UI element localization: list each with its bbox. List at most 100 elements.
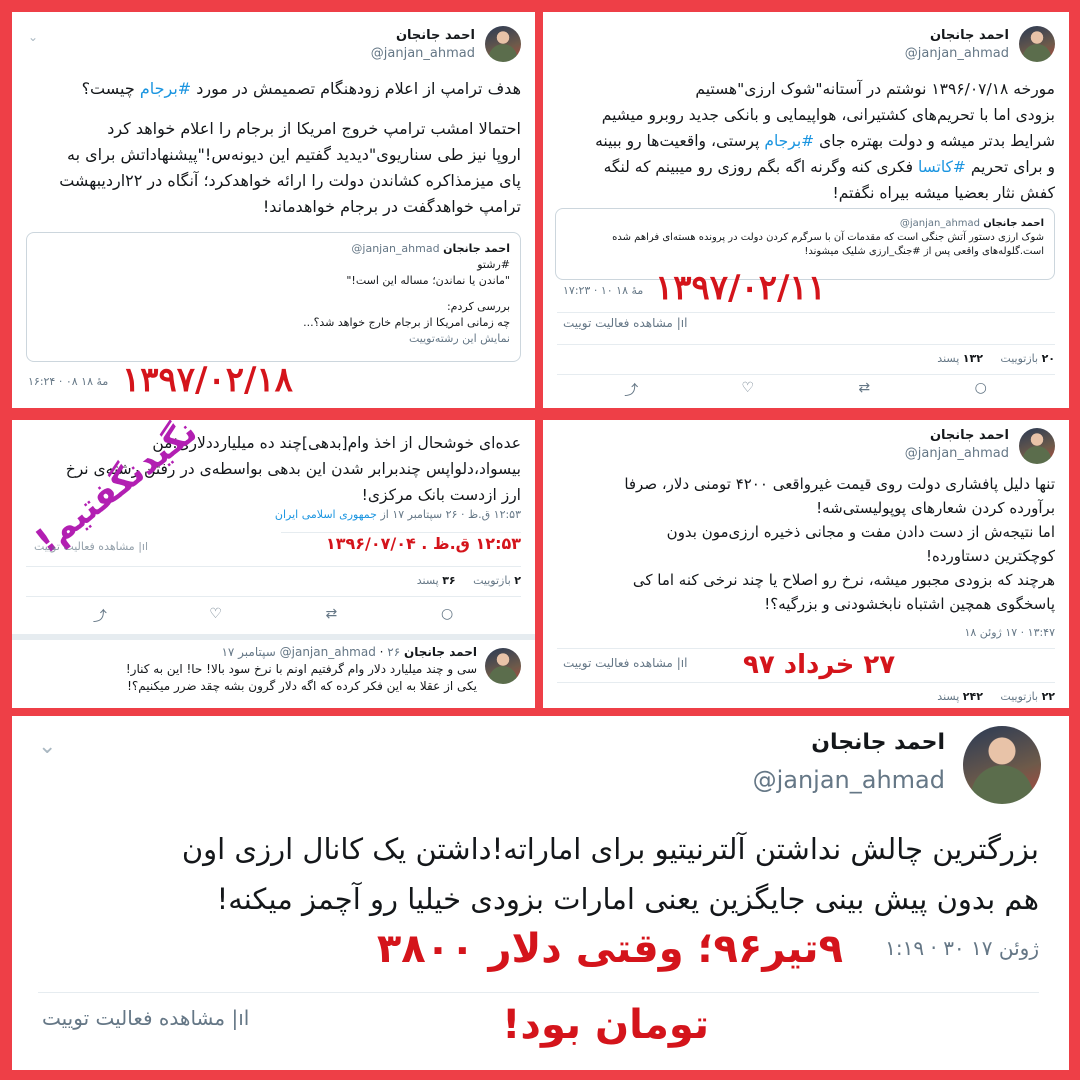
handwritten-date: ۱۳۹۷/۰۲/۱۱ (655, 268, 826, 308)
avatar[interactable] (485, 26, 521, 62)
reply-author: احمد جانجان (404, 645, 477, 659)
tweet-activity-link[interactable]: ıl| مشاهده فعالیت توییت (42, 1006, 249, 1030)
activity-icon: ıl| (231, 1006, 250, 1030)
quote-author: احمد جانجان (443, 242, 510, 255)
chevron-down-icon[interactable]: ⌄ (28, 30, 38, 44)
handwritten-date: ۱۳۹۷/۰۲/۱۸ (122, 360, 293, 400)
reply-line: سی و چند میلیارد دلار وام گرفتیم اونم با… (125, 662, 477, 676)
tweet-actions: ⤴ ♡ ⇄ ○ (573, 380, 1039, 400)
chevron-down-icon[interactable]: ⌄ (38, 734, 56, 759)
like-label: پسند (937, 690, 960, 703)
avatar[interactable] (963, 726, 1041, 804)
quote-line: چه زمانی امریکا از برجام خارج خواهد شد؟.… (303, 316, 510, 329)
handwritten-caption: ۹تیر۹۶؛ وقتی دلار ۳۸۰۰ (376, 926, 843, 972)
quote-author: احمد جانجان (983, 218, 1044, 229)
tweet-actions: ⤴ ♡ ⇄ ○ (42, 606, 505, 626)
location-link[interactable]: جمهوری اسلامی ایران (275, 508, 377, 521)
avatar[interactable] (1019, 428, 1055, 464)
like-count[interactable]: ۲۴۲ (963, 690, 983, 703)
hashtag-link[interactable]: #برجام (764, 132, 814, 150)
activity-icon: ıl| (676, 656, 688, 670)
like-icon[interactable]: ♡ (738, 380, 758, 400)
quote-line: "ماندن یا نماندن؛ مساله این است!" (346, 274, 510, 287)
tweet-timestamp[interactable]: ۱۲:۵۳ ق.ظ · ۲۶ سپتامبر ۱۷ از جمهوری اسلا… (275, 508, 521, 521)
user-name: احمد جانجان (929, 28, 1009, 43)
divider (557, 312, 1055, 313)
user-name: احمد جانجان (929, 428, 1009, 443)
tweet-activity-link[interactable]: ıl| مشاهده فعالیت توییت (34, 540, 148, 553)
divider (281, 532, 521, 533)
divider (26, 566, 521, 567)
avatar[interactable] (485, 648, 521, 684)
user-handle: @janjan_ahmad (370, 46, 475, 61)
divider (557, 374, 1055, 375)
activity-icon: ıl| (138, 540, 149, 553)
tweet-card-1: احمد جانجان @janjan_ahmad ⌄ هدف ترامپ از… (12, 12, 535, 408)
tweet-stats: ۲۲ بازتوییت ۲۴۲ پسند (937, 690, 1055, 703)
activity-label: مشاهده فعالیت توییت (34, 540, 135, 553)
quote-line: است.گلوله‌های واقعی پس از #جنگ_ارزی شلیک… (804, 246, 1044, 257)
activity-label: مشاهده فعالیت توییت (563, 656, 673, 670)
tweet-text: بزرگترین چالش نداشتن آلترنیتیو برای امار… (181, 832, 1039, 916)
reply-icon[interactable]: ○ (971, 380, 991, 400)
tweet-text: مورخه ۱۳۹۶/۰۷/۱۸ نوشتم در آستانه"شوک ارز… (595, 80, 1055, 202)
divider (557, 344, 1055, 345)
retweet-count[interactable]: ۲۰ (1042, 352, 1055, 365)
tweet-text: تنها دلیل پافشاری دولت روی قیمت غیرواقعی… (624, 475, 1055, 613)
quote-line: شوک ارزی دستور آتش جنگی است که مقدمات آن… (612, 232, 1044, 243)
reply-icon[interactable]: ○ (437, 606, 457, 626)
tweet-stats: ۲ بازتوییت ۳۶ پسند (417, 574, 521, 587)
user-name: احمد جانجان (811, 730, 945, 755)
show-thread-link[interactable]: نمایش این رشته‌توییت (37, 331, 510, 347)
tweet-card-2: احمد جانجان @janjan_ahmad مورخه ۱۳۹۶/۰۷/… (543, 12, 1069, 408)
activity-label: مشاهده فعالیت توییت (42, 1006, 226, 1030)
handwritten-date: ۱۲:۵۳ ق.ظ . ۱۳۹۶/۰۷/۰۴ (325, 534, 521, 553)
retweet-icon[interactable]: ⇄ (321, 606, 341, 626)
like-icon[interactable]: ♡ (206, 606, 226, 626)
user-handle: @janjan_ahmad (904, 46, 1009, 61)
tweet-timestamp[interactable]: ۱۳:۴۷ · ۱۷ ژوئن ۱۸ (964, 626, 1055, 639)
tweet-card-4: احمد جانجان @janjan_ahmad تنها دلیل پافش… (543, 420, 1069, 708)
retweet-count[interactable]: ۲۲ (1042, 690, 1055, 703)
tweet-stats: ۲۰ بازتوییت ۱۳۲ پسند (937, 352, 1055, 365)
share-icon[interactable]: ⤴ (621, 380, 641, 400)
tweet-timestamp[interactable]: ۱۷:۲۳ · ۱۰ مهٔ ۱۸ (563, 284, 643, 297)
quoted-tweet[interactable]: احمد جانجان @janjan_ahmad #رشتو "ماندن ی… (26, 232, 521, 362)
tweet-card-5: احمد جانجان @janjan_ahmad ⌄ بزرگترین چال… (12, 716, 1069, 1070)
like-label: پسند (937, 352, 960, 365)
tweet-timestamp[interactable]: ۱۶:۲۴ · ۰۸ مهٔ ۱۸ (28, 375, 108, 388)
reply-handle: @janjan_ahmad (279, 645, 376, 659)
activity-icon: ıl| (676, 316, 688, 330)
divider (12, 634, 535, 640)
reply-line: یکی از عقلا به این فکر کرده که اگه دلار … (127, 679, 477, 693)
tweet-card-3: عده‌ای خوشحال از اخذ وام[بدهی]چند ده میل… (12, 420, 535, 708)
like-count[interactable]: ۱۳۲ (963, 352, 983, 365)
hashtag-link[interactable]: #کاتسا (918, 158, 966, 176)
avatar[interactable] (1019, 26, 1055, 62)
retweet-label: بازتوییت (1000, 690, 1039, 703)
tweet-timestamp[interactable]: ۱:۱۹ · ۳۰ ژوئن ۱۷ (885, 936, 1039, 960)
user-name: احمد جانجان (395, 28, 475, 43)
reply-tweet[interactable]: احمد جانجان @janjan_ahmad · ۲۶ سپتامبر ۱… (27, 644, 477, 695)
handwritten-caption: تومان بود! (502, 1002, 709, 1048)
like-label: پسند (416, 574, 439, 587)
quote-line: #رشتو (477, 258, 510, 271)
user-handle: @janjan_ahmad (752, 766, 945, 794)
tweet-activity-link[interactable]: ıl| مشاهده فعالیت توییت (563, 316, 687, 330)
share-icon[interactable]: ⤴ (90, 606, 110, 626)
tweet-activity-link[interactable]: ıl| مشاهده فعالیت توییت (563, 656, 687, 670)
quote-handle: @janjan_ahmad (351, 242, 440, 255)
hashtag-link[interactable]: #برجام (140, 79, 191, 98)
activity-label: مشاهده فعالیت توییت (563, 316, 673, 330)
handwritten-date: ۲۷ خرداد ۹۷ (743, 650, 896, 680)
quote-line: بررسی کردم: (446, 300, 510, 313)
retweet-count[interactable]: ۲ (514, 574, 521, 587)
retweet-label: بازتوییت (473, 574, 511, 587)
divider (26, 596, 521, 597)
user-handle: @janjan_ahmad (904, 446, 1009, 461)
like-count[interactable]: ۳۶ (442, 574, 455, 587)
divider (557, 648, 1055, 649)
retweet-label: بازتوییت (1000, 352, 1039, 365)
tweet-text: هدف ترامپ از اعلام زودهنگام تصمیمش در مو… (59, 79, 521, 216)
retweet-icon[interactable]: ⇄ (854, 380, 874, 400)
